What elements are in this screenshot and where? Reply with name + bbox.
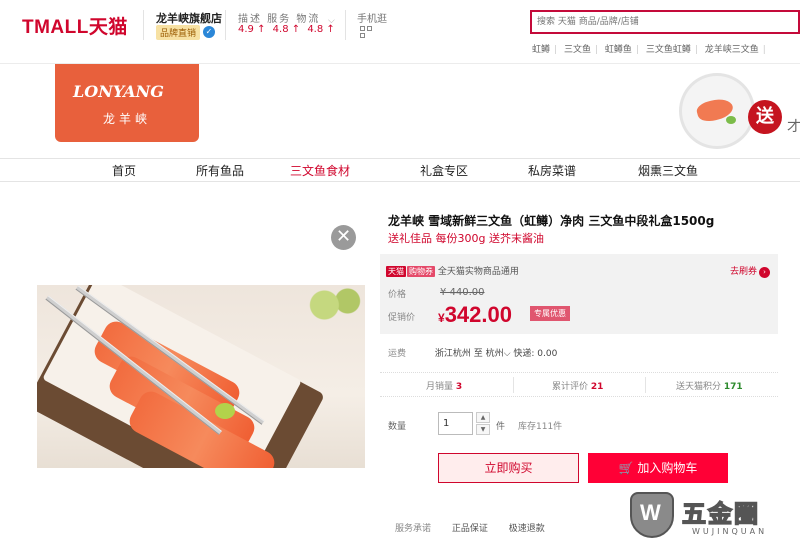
coupon-note: 全天猫实物商品通用 <box>437 267 519 277</box>
nav-recipes[interactable]: 私房菜谱 <box>528 162 576 179</box>
divider <box>345 10 346 40</box>
top-header: TMALL天猫 龙羊峡旗舰店 品牌直销 ✓ 描述 服务 物流 4.9 ↑ 4.8… <box>0 0 800 64</box>
shop-logo[interactable]: LONYANG 龙羊峡 <box>55 64 199 142</box>
hot-word-link[interactable]: 三文鱼 <box>564 45 591 55</box>
divider <box>225 10 226 40</box>
gift-seal: 送 <box>748 100 782 134</box>
buy-now-button[interactable]: 立即购买 <box>438 453 579 483</box>
product-title: 龙羊峡 雪域新鲜三文鱼（虹鳟）净肉 三文鱼中段礼盒1500g <box>388 214 715 228</box>
salmon-dish-image[interactable] <box>682 76 752 146</box>
stats-row: 月销量 3 累计评价 21 送天猫积分 171 <box>380 372 778 397</box>
shop-badge: 品牌直销 <box>156 25 201 40</box>
search-input[interactable] <box>532 12 798 32</box>
price-panel: 天猫 购物券 全天猫实物商品通用 去刷券 › 价格 ¥ 440.00 促销价 ¥34… <box>380 254 778 334</box>
shop-nav: 首页 所有鱼品 三文鱼食材 礼盒专区 私房菜谱 烟熏三文鱼 <box>0 158 800 182</box>
shipping-row: 运费 浙江杭州 至 杭州⌵ 快递: 0.00 <box>388 346 557 359</box>
mobile-label[interactable]: 手机逛 <box>357 10 387 25</box>
shop-logo-text: LONYANG <box>73 82 164 101</box>
coupon-tag: 购物券 <box>407 266 435 277</box>
watermark: 五金圈 WUJINQUAN <box>630 490 795 542</box>
divider <box>143 10 144 40</box>
review-count[interactable]: 累计评价 21 <box>552 379 603 392</box>
nav-all-fish[interactable]: 所有鱼品 <box>196 162 244 179</box>
shipping-label: 运费 <box>388 349 407 359</box>
hot-word-link[interactable]: 虹鳟鱼 <box>605 45 632 55</box>
quantity-label: 数量 <box>388 422 407 432</box>
watermark-text: 五金圈 <box>681 499 760 529</box>
rating-service: 4.8 ↑ <box>272 24 301 35</box>
shop-logo-cn: 龙羊峡 <box>103 112 152 126</box>
service-item[interactable]: 极速退款 <box>509 524 545 534</box>
add-to-cart-button[interactable]: 🛒 加入购物车 <box>588 453 728 483</box>
product-image[interactable] <box>37 285 365 468</box>
shop-name[interactable]: 龙羊峡旗舰店 <box>156 10 222 26</box>
shipping-from: 浙江杭州 <box>434 349 471 359</box>
original-price: ¥ 440.00 <box>440 287 485 298</box>
chevron-right-icon: › <box>759 267 770 278</box>
get-coupon-link[interactable]: 去刷券 › <box>730 264 770 278</box>
nav-gift-box[interactable]: 礼盒专区 <box>420 162 468 179</box>
tmall-logo[interactable]: TMALL天猫 <box>22 12 128 39</box>
hot-words: 虹鳟 | 三文鱼 | 虹鳟鱼 | 三文鱼虹鳟 | 龙羊峡三文鱼 | <box>532 45 766 55</box>
nav-salmon[interactable]: 三文鱼食材 <box>290 162 350 179</box>
rating-values[interactable]: 4.9 ↑ 4.8 ↑ 4.8 ↑ <box>238 24 339 35</box>
product-subtitle: 送礼佳品 每份300g 送芥末酱油 <box>388 232 544 245</box>
quantity-unit: 件 <box>496 422 506 432</box>
search-box <box>530 10 800 34</box>
price-label: 价格 <box>388 290 407 300</box>
rating-desc: 4.9 ↑ <box>238 24 266 35</box>
shipping-destination[interactable]: 杭州⌵ <box>486 349 511 359</box>
chevron-down-icon: ⌵ <box>503 349 511 359</box>
promo-price-label: 促销价 <box>388 313 416 323</box>
shop-banner: LONYANG 龙羊峡 送 才 <box>0 64 800 158</box>
stock-count: 库存111件 <box>518 422 563 432</box>
nav-home[interactable]: 首页 <box>112 162 136 179</box>
shipping-to-word: 至 <box>473 349 483 359</box>
quantity-increase-button[interactable]: ▲ <box>476 412 490 423</box>
hot-word-link[interactable]: 龙羊峡三文鱼 <box>705 45 759 55</box>
cart-icon: 🛒 <box>618 461 634 475</box>
banner-text-fragment: 才 <box>787 119 800 135</box>
tmall-tag: 天猫 <box>386 266 406 277</box>
promo-price: ¥342.00 <box>438 302 512 327</box>
qr-code-icon[interactable] <box>360 26 372 38</box>
service-item[interactable]: 正品保证 <box>452 524 488 534</box>
promo-badge: 专属优惠 <box>530 306 570 321</box>
service-promise: 服务承诺 正品保证 极速退款 <box>395 521 563 534</box>
quantity-decrease-button[interactable]: ▼ <box>476 424 490 435</box>
close-icon[interactable]: ✕ <box>331 225 356 250</box>
watermark-subtext: WUJINQUAN <box>692 527 768 536</box>
nav-smoked-salmon[interactable]: 烟熏三文鱼 <box>638 162 698 179</box>
service-label: 服务承诺 <box>395 524 432 534</box>
hot-word-link[interactable]: 虹鳟 <box>532 45 550 55</box>
tmall-points: 送天猫积分 171 <box>676 382 743 392</box>
shipping-fee: 快递: 0.00 <box>513 349 558 359</box>
quantity-input[interactable] <box>438 412 473 435</box>
watermark-logo-icon <box>630 492 674 538</box>
coupon-row: 天猫 购物券 全天猫实物商品通用 <box>386 264 519 277</box>
monthly-sales: 月销量 3 <box>426 382 463 392</box>
add-to-cart-label: 加入购物车 <box>637 461 698 475</box>
chevron-down-icon[interactable]: ⌵ <box>328 16 335 26</box>
rating-title: 描述 服务 物流 <box>238 14 321 25</box>
verified-icon: ✓ <box>203 26 215 38</box>
hot-word-link[interactable]: 三文鱼虹鳟 <box>646 45 691 55</box>
